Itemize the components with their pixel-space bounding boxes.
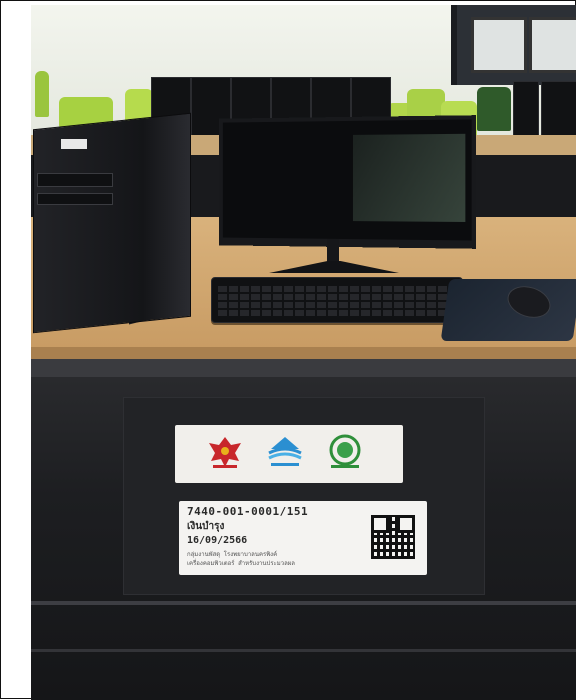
- asset-code: 7440-001-0001/151: [187, 505, 309, 518]
- qr-code-icon: [371, 515, 415, 559]
- mousepad: [440, 279, 576, 341]
- window-pane: [471, 17, 527, 73]
- back-row-monitor: [513, 81, 539, 143]
- pc-drive-bay: [37, 193, 113, 205]
- asset-tag-sticker: 7440-001-0001/151 เงินบำรุง 16/09/2566 ก…: [179, 501, 427, 575]
- garuda-emblem-icon: [209, 437, 241, 468]
- photo: 7440-001-0001/151 เงินบำรุง 16/09/2566 ก…: [31, 5, 576, 700]
- keyboard: [211, 277, 463, 323]
- screen-reflection: [352, 133, 466, 222]
- desk-rail: [31, 649, 576, 652]
- monitor: [219, 115, 476, 249]
- image-frame: 7440-001-0001/151 เงินบำรุง 16/09/2566 ก…: [0, 0, 576, 700]
- window-pane: [529, 17, 576, 73]
- chair: [477, 87, 511, 131]
- pc-tower: [33, 112, 191, 334]
- asset-date: 16/09/2566: [187, 535, 248, 546]
- chair: [35, 71, 49, 117]
- desk-rail: [31, 601, 576, 605]
- lab-window: [451, 5, 576, 85]
- moph-green-seal-icon: [329, 434, 361, 468]
- ministry-wave-logo-icon: [268, 437, 302, 466]
- pc-tower-label: [61, 139, 87, 149]
- keyboard-keys: [218, 284, 456, 316]
- asset-description: เครื่องคอมพิวเตอร์ สำหรับงานประมวลผล: [187, 560, 295, 567]
- desk-edge: [31, 347, 576, 359]
- desk-front-lip: [31, 359, 576, 377]
- pc-drive-bay: [37, 173, 113, 187]
- logo-sticker: [175, 425, 403, 483]
- asset-funding-source: เงินบำรุง: [187, 521, 225, 532]
